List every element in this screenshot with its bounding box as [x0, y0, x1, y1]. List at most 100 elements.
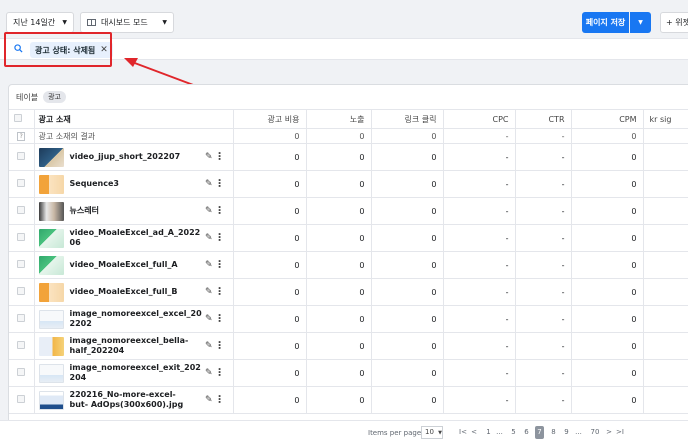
pagination-ellipsis[interactable]: ... — [574, 426, 583, 439]
pencil-icon[interactable]: ✎ — [205, 287, 213, 297]
row-checkbox-cell[interactable] — [9, 332, 35, 360]
row-checkbox-cell[interactable] — [9, 224, 35, 252]
ad-name[interactable]: video_MoaleExcel_full_B — [70, 287, 188, 297]
column-header-link-clicks[interactable]: 링크 클릭 — [371, 109, 444, 129]
ad-thumbnail[interactable] — [38, 147, 64, 167]
row-checkbox[interactable] — [17, 395, 26, 403]
table-row[interactable]: image_nomoreexcel_bella- half_202204 ✎ ⋮ 0 0… — [9, 332, 688, 360]
pencil-icon[interactable]: ✎ — [205, 314, 213, 324]
page-number-5[interactable]: 5 — [509, 426, 518, 439]
pencil-icon[interactable]: ✎ — [205, 233, 213, 243]
ad-thumbnail[interactable] — [38, 336, 64, 356]
column-header-impressions[interactable]: 노출 — [306, 109, 372, 129]
ad-name[interactable]: image_nomoreexcel_excel_20 2202 — [70, 309, 202, 329]
ad-thumbnail[interactable] — [38, 363, 64, 383]
column-header-cpm[interactable]: CPM — [571, 109, 644, 129]
page-number-70[interactable]: 70 — [589, 426, 601, 439]
ad-name[interactable]: video_jjup_short_202207 — [70, 152, 188, 162]
previous-page-icon[interactable]: < — [470, 426, 478, 439]
next-page-icon[interactable]: > — [605, 426, 613, 439]
ad-name[interactable]: Sequence3 — [70, 179, 188, 189]
pencil-icon[interactable]: ✎ — [205, 152, 213, 162]
row-checkbox-cell[interactable] — [9, 386, 35, 414]
page-number-6[interactable]: 6 — [522, 426, 531, 439]
row-checkbox[interactable] — [17, 179, 26, 187]
last-page-icon[interactable]: >I — [616, 426, 624, 439]
more-options-icon[interactable]: ⋮ — [215, 287, 225, 298]
ad-name[interactable]: video_MoaleExcel_full_A — [70, 260, 188, 270]
page-number-1[interactable]: 1 — [484, 426, 493, 439]
ad-thumbnail[interactable] — [38, 255, 64, 275]
row-checkbox[interactable] — [17, 368, 26, 376]
table-row[interactable]: video_MoaleExcel_full_B ✎ ⋮ 0 0 0- -0 — [9, 278, 688, 306]
ad-name[interactable]: image_nomoreexcel_bella- half_202204 — [70, 336, 189, 356]
ad-thumbnail[interactable] — [38, 201, 64, 221]
ad-name[interactable]: 뉴스레터 — [70, 206, 188, 216]
table-row[interactable]: video_MoaleExcel_full_A ✎ ⋮ 0 0 0- -0 — [9, 251, 688, 279]
more-options-icon[interactable]: ⋮ — [215, 206, 225, 217]
ad-name[interactable]: video_MoaleExcel_ad_A_2022 06 — [70, 228, 201, 248]
more-options-icon[interactable]: ⋮ — [215, 314, 225, 325]
row-checkbox[interactable] — [17, 341, 26, 349]
table-row[interactable]: 뉴스레터 ✎ ⋮ 0 0 0- -0 — [9, 197, 688, 225]
column-header-cost[interactable]: 광고 비용 — [233, 109, 307, 129]
select-all-checkbox[interactable] — [14, 114, 23, 122]
ad-thumbnail[interactable] — [38, 174, 64, 194]
first-page-icon[interactable]: I< — [459, 426, 467, 439]
row-checkbox[interactable] — [17, 206, 26, 214]
table-row[interactable]: Sequence3 ✎ ⋮ 0 0 0- -0 — [9, 170, 688, 198]
page-number-8[interactable]: 8 — [549, 426, 558, 439]
page-number-9[interactable]: 9 — [562, 426, 571, 439]
add-widget-button[interactable]: + 위젯 — [660, 12, 688, 33]
table-row[interactable]: video_MoaleExcel_ad_A_2022 06 ✎ ⋮ 0 0 0- -0 — [9, 224, 688, 252]
pagination-ellipsis[interactable]: ... — [495, 426, 504, 439]
page-number-7[interactable]: 7 — [535, 426, 544, 439]
date-range-dropdown[interactable]: 지난 14일간 ▼ — [6, 12, 74, 33]
table-row[interactable]: image_nomoreexcel_exit_202 204 ✎ ⋮ 0 0 0- -0 — [9, 359, 688, 387]
more-options-icon[interactable]: ⋮ — [215, 395, 225, 406]
row-checkbox-cell[interactable] — [9, 251, 35, 279]
ad-thumbnail[interactable] — [38, 282, 64, 302]
items-per-page-select[interactable]: 10 ▼ — [421, 426, 443, 439]
ad-thumbnail[interactable] — [38, 309, 64, 329]
more-options-icon[interactable]: ⋮ — [215, 179, 225, 190]
row-checkbox[interactable] — [17, 152, 26, 160]
table-row[interactable]: image_nomoreexcel_excel_20 2202 ✎ ⋮ 0 0 0- -0 — [9, 305, 688, 333]
row-checkbox-cell[interactable] — [9, 278, 35, 306]
pencil-icon[interactable]: ✎ — [205, 368, 213, 378]
pencil-icon[interactable]: ✎ — [205, 179, 213, 189]
column-header-kr-sig[interactable]: kr sig — [643, 109, 688, 129]
row-checkbox-cell[interactable] — [9, 143, 35, 171]
more-options-icon[interactable]: ⋮ — [215, 341, 225, 352]
pencil-icon[interactable]: ✎ — [205, 206, 213, 216]
ad-name[interactable]: 220216_No-more-excel-but- AdOps(300x600)… — [70, 390, 188, 410]
row-checkbox-cell[interactable] — [9, 359, 35, 387]
column-header-cpc[interactable]: CPC — [443, 109, 516, 129]
table-row[interactable]: 220216_No-more-excel-but- AdOps(300x600)… — [9, 386, 688, 414]
more-options-icon[interactable]: ⋮ — [215, 233, 225, 244]
ad-thumbnail[interactable] — [38, 390, 64, 410]
save-page-button[interactable]: 페이지 저장 — [582, 12, 629, 33]
row-checkbox-cell[interactable] — [9, 305, 35, 333]
column-header-ad-creative[interactable]: 광고 소재 — [34, 109, 234, 129]
view-mode-dropdown[interactable]: 대시보드 모드 ▼ — [80, 12, 174, 33]
table-tag[interactable]: 광고 — [43, 91, 66, 103]
row-checkbox[interactable] — [17, 233, 26, 241]
select-all-cell[interactable] — [9, 109, 35, 129]
more-options-icon[interactable]: ⋮ — [215, 260, 225, 271]
pencil-icon[interactable]: ✎ — [205, 395, 213, 405]
ad-name[interactable]: image_nomoreexcel_exit_202 204 — [70, 363, 201, 383]
row-checkbox-cell[interactable] — [9, 197, 35, 225]
table-row[interactable]: video_jjup_short_202207 ✎ ⋮ 0 0 0- -0 — [9, 143, 688, 171]
ad-thumbnail[interactable] — [38, 228, 64, 248]
save-options-button[interactable]: ▼ — [630, 12, 651, 33]
column-header-ctr[interactable]: CTR — [515, 109, 572, 129]
row-checkbox[interactable] — [17, 287, 26, 295]
row-checkbox[interactable] — [17, 260, 26, 268]
pencil-icon[interactable]: ✎ — [205, 341, 213, 351]
row-checkbox[interactable] — [17, 314, 26, 322]
pencil-icon[interactable]: ✎ — [205, 260, 213, 270]
more-options-icon[interactable]: ⋮ — [215, 368, 225, 379]
more-options-icon[interactable]: ⋮ — [215, 152, 225, 163]
row-checkbox-cell[interactable] — [9, 170, 35, 198]
